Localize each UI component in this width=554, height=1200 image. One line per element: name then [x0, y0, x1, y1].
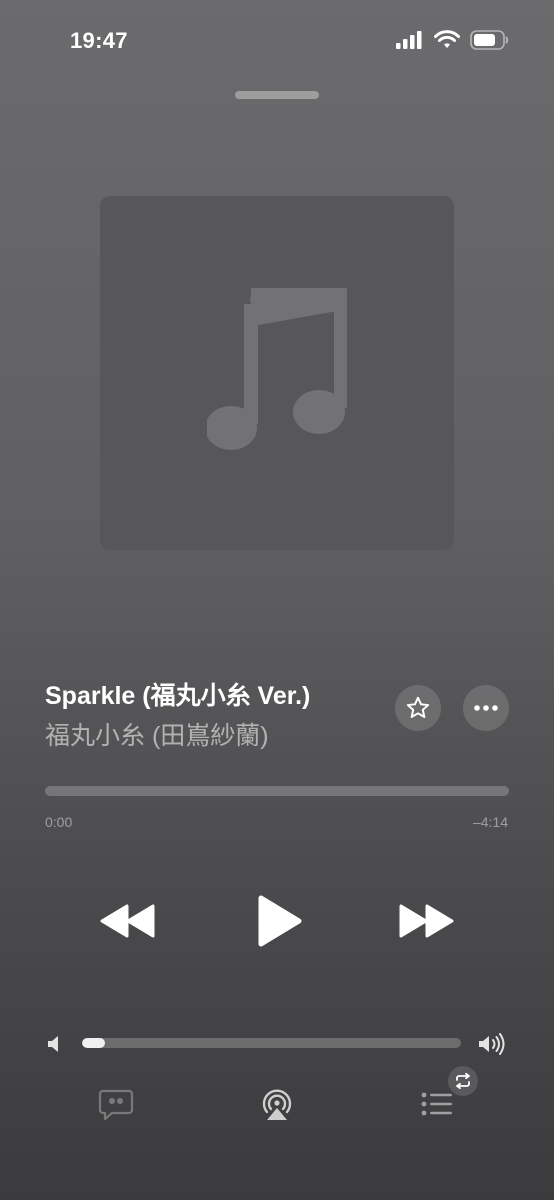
lyrics-button[interactable]	[98, 1088, 134, 1127]
wifi-icon	[434, 30, 460, 48]
album-artwork	[100, 196, 454, 550]
fast-forward-icon	[399, 904, 454, 938]
ellipsis-icon	[474, 705, 498, 711]
fast-forward-button[interactable]	[396, 890, 458, 952]
favorite-button[interactable]	[395, 685, 441, 731]
repeat-badge[interactable]	[448, 1066, 478, 1096]
rewind-icon	[100, 904, 155, 938]
volume-slider[interactable]	[82, 1038, 461, 1048]
rewind-button[interactable]	[96, 890, 158, 952]
speaker-high-icon	[479, 1033, 505, 1055]
bottom-toolbar	[0, 1066, 554, 1140]
airplay-button[interactable]	[259, 1088, 295, 1127]
speaker-low-icon	[48, 1036, 58, 1052]
sheet-grabber[interactable]	[235, 91, 319, 99]
status-time: 19:47	[70, 28, 128, 53]
playback-progress-bar[interactable]	[45, 786, 509, 796]
track-title: Sparkle (福丸小糸 Ver.)	[45, 682, 311, 710]
battery-icon	[470, 30, 509, 50]
lyrics-icon	[98, 1089, 134, 1121]
queue-list-icon	[421, 1092, 452, 1116]
star-icon	[406, 696, 430, 718]
status-bar: 19:47	[0, 0, 554, 80]
more-options-button[interactable]	[463, 685, 509, 731]
music-note-icon	[207, 288, 347, 450]
volume-level-fill	[82, 1038, 105, 1048]
play-button[interactable]	[250, 890, 308, 952]
volume-control	[0, 1030, 554, 1058]
elapsed-time: 0:00	[45, 814, 73, 830]
track-info: Sparkle (福丸小糸 Ver.) 福丸小糸 (田嶌紗蘭)	[45, 676, 385, 752]
repeat-icon	[456, 1073, 470, 1089]
remaining-time: –4:14	[472, 814, 508, 830]
track-artist[interactable]: 福丸小糸 (田嶌紗蘭)	[45, 716, 385, 752]
play-icon	[258, 895, 302, 947]
status-icons	[396, 30, 510, 50]
cellular-signal-icon	[396, 31, 422, 49]
airplay-icon	[262, 1089, 292, 1120]
playing-next-button[interactable]	[420, 1090, 454, 1123]
